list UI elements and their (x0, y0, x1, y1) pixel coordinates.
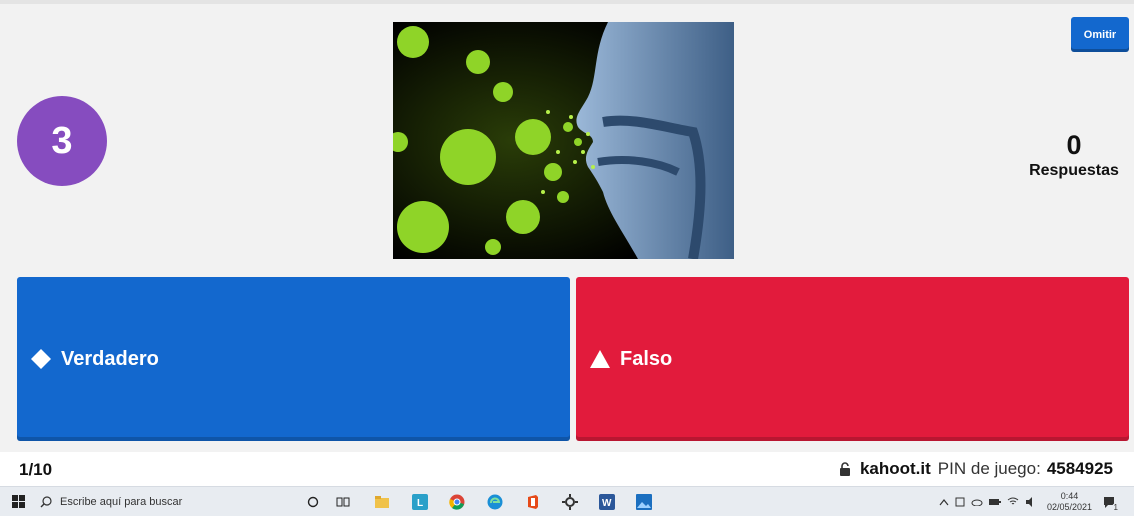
clock-time: 0:44 (1060, 491, 1079, 501)
countdown-timer: 3 (17, 96, 107, 186)
settings-icon[interactable] (560, 492, 580, 512)
answer-option-false[interactable]: Falso (576, 277, 1129, 441)
chevron-up-icon[interactable] (939, 498, 949, 506)
lync-app-icon[interactable]: L (410, 492, 430, 512)
cortana-icon[interactable] (303, 492, 323, 512)
game-pin-area: kahoot.it PIN de juego: 4584925 (839, 459, 1113, 479)
top-progress-bar (0, 0, 1134, 4)
site-name: kahoot.it (859, 459, 931, 478)
lock-icon (839, 462, 851, 476)
windows-taskbar: Escribe aquí para buscar L W 0:44 02/05/… (0, 486, 1134, 516)
onedrive-icon[interactable] (971, 498, 983, 506)
wifi-icon[interactable] (1007, 497, 1019, 507)
game-pin: 4584925 (1046, 459, 1113, 478)
question-image (393, 22, 734, 259)
svg-text:L: L (417, 498, 423, 509)
answer-option-true[interactable]: Verdadero (17, 277, 570, 441)
diamond-icon (29, 347, 53, 371)
search-icon (40, 496, 52, 508)
clock-date: 02/05/2021 (1046, 502, 1092, 512)
svg-text:W: W (602, 498, 612, 509)
edge-icon[interactable] (485, 492, 505, 512)
system-tray: 0:44 02/05/2021 1 (939, 490, 1122, 514)
office-icon[interactable] (523, 492, 543, 512)
question-counter: 1/10 (19, 460, 53, 479)
taskbar-search[interactable]: Escribe aquí para buscar (40, 491, 294, 513)
timer-value: 3 (51, 119, 73, 162)
windows-start-icon[interactable] (12, 495, 26, 514)
answers-count: 0 Respuestas (1015, 130, 1133, 180)
battery-icon[interactable] (988, 498, 1001, 506)
chrome-icon[interactable] (447, 492, 467, 512)
triangle-icon (588, 347, 612, 371)
answer-label: Falso (620, 347, 673, 370)
photos-icon[interactable] (634, 492, 654, 512)
game-footer: 1/10 kahoot.it PIN de juego: 4584925 (0, 452, 1134, 486)
virus-breath-illustration (393, 22, 734, 259)
answers-count-label: Respuestas (1029, 162, 1119, 179)
pin-label: PIN de juego: (937, 459, 1041, 478)
task-view-icon[interactable] (333, 492, 353, 512)
answer-label: Verdadero (61, 347, 159, 370)
taskbar-clock[interactable]: 0:44 02/05/2021 (1047, 491, 1092, 513)
notification-count: 1 (1111, 503, 1120, 512)
answers-count-value: 0 (1066, 130, 1082, 160)
skip-button[interactable]: Omitir (1071, 17, 1129, 52)
search-placeholder: Escribe aquí para buscar (60, 496, 183, 508)
notifications-icon[interactable]: 1 (1102, 495, 1120, 512)
file-explorer-icon[interactable] (372, 492, 392, 512)
word-icon[interactable]: W (597, 492, 617, 512)
volume-icon[interactable] (1025, 497, 1037, 507)
meet-now-icon[interactable] (955, 497, 965, 507)
